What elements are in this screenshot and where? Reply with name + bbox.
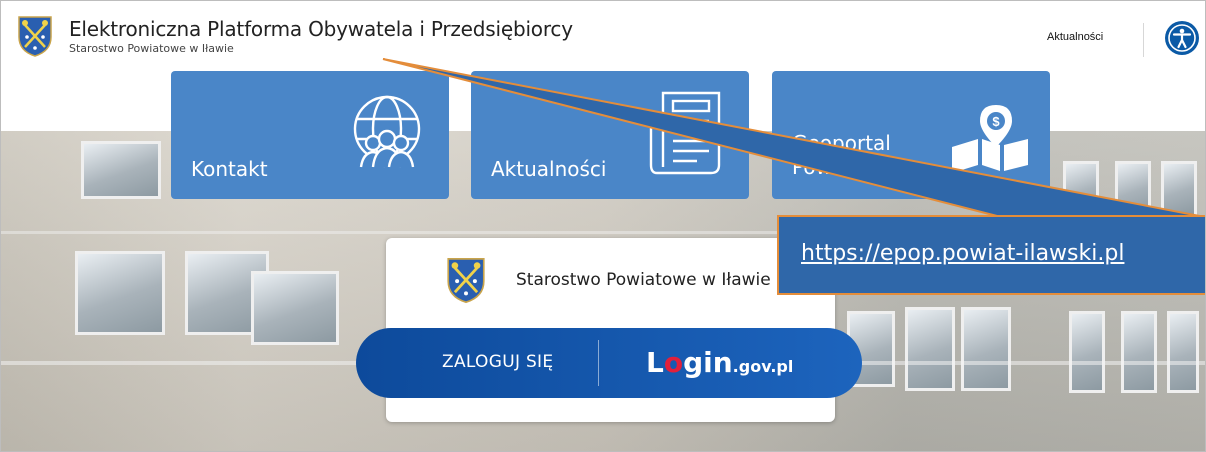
- browser-page: Elektroniczna Platforma Obywatela i Prze…: [0, 0, 1206, 452]
- url-callout: https://epop.powiat-ilawski.pl: [777, 215, 1205, 295]
- callout-url-link[interactable]: https://epop.powiat-ilawski.pl: [801, 241, 1124, 266]
